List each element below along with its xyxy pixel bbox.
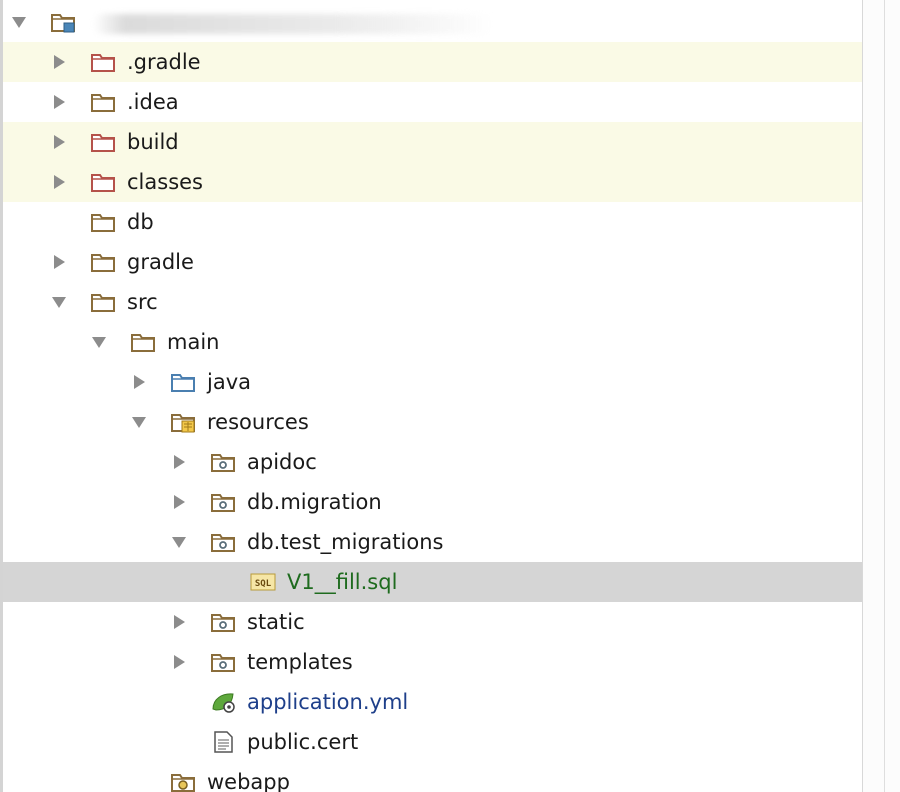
tree-row[interactable] — [3, 2, 862, 42]
tree-row-label: V1__fill.sql — [287, 570, 398, 594]
tree-row-label: application.yml — [247, 690, 409, 714]
expand-arrow-icon[interactable] — [171, 494, 187, 510]
scrollbar-track[interactable] — [863, 0, 900, 792]
excluded-folder-icon — [90, 51, 116, 73]
tree-row[interactable]: db.migration — [3, 482, 862, 522]
tree-row-label: db.migration — [247, 490, 382, 514]
folder-icon — [130, 331, 156, 353]
tree-row[interactable]: classes — [3, 162, 862, 202]
tree-row-label: java — [207, 370, 251, 394]
tree-row[interactable]: SQL V1__fill.sql — [3, 562, 862, 602]
package-folder-icon — [210, 611, 236, 633]
tree-row[interactable]: main — [3, 322, 862, 362]
module-icon — [50, 11, 76, 33]
tree-row[interactable]: templates — [3, 642, 862, 682]
collapse-arrow-icon[interactable] — [11, 14, 27, 30]
expand-arrow-icon[interactable] — [171, 654, 187, 670]
scrollbar-divider — [884, 0, 885, 792]
package-folder-icon — [210, 531, 236, 553]
tree-row-label: db — [127, 210, 154, 234]
expand-arrow-icon[interactable] — [171, 454, 187, 470]
tree-row[interactable]: gradle — [3, 242, 862, 282]
spring-config-icon — [210, 691, 236, 713]
redacted-project-name — [93, 14, 493, 34]
tree-row-label: main — [167, 330, 220, 354]
resources-folder-icon — [170, 411, 196, 433]
tree-row[interactable]: db.test_migrations — [3, 522, 862, 562]
collapse-arrow-icon[interactable] — [131, 414, 147, 430]
excluded-folder-icon — [90, 131, 116, 153]
expand-arrow-icon[interactable] — [131, 374, 147, 390]
tree-row-label: resources — [207, 410, 309, 434]
tree-row-label: .gradle — [127, 50, 201, 74]
collapse-arrow-icon[interactable] — [51, 294, 67, 310]
expand-arrow-icon[interactable] — [51, 174, 67, 190]
tree-row-label: gradle — [127, 250, 194, 274]
tree-row-label: build — [127, 130, 179, 154]
source-folder-icon — [170, 371, 196, 393]
tree-row-label: public.cert — [247, 730, 359, 754]
package-folder-icon — [210, 451, 236, 473]
tree-row-label: templates — [247, 650, 353, 674]
expand-arrow-icon[interactable] — [51, 254, 67, 270]
tree-row[interactable]: build — [3, 122, 862, 162]
project-tree: .gradle .idea build classes db gradle src main j… — [0, 0, 900, 792]
tree-row-label: classes — [127, 170, 203, 194]
expand-arrow-icon[interactable] — [51, 94, 67, 110]
tree-row[interactable]: src — [3, 282, 862, 322]
excluded-folder-icon — [90, 171, 116, 193]
tree-row[interactable]: .idea — [3, 82, 862, 122]
folder-icon — [90, 291, 116, 313]
collapse-arrow-icon[interactable] — [171, 534, 187, 550]
tree-row[interactable]: webapp — [3, 762, 862, 792]
tree-row[interactable]: db — [3, 202, 862, 242]
tree-row[interactable]: public.cert — [3, 722, 862, 762]
sql-file-icon: SQL — [250, 571, 276, 593]
web-folder-icon — [170, 771, 196, 792]
tree-row-label: db.test_migrations — [247, 530, 444, 554]
package-folder-icon — [210, 491, 236, 513]
text-file-icon — [210, 731, 236, 753]
expand-arrow-icon[interactable] — [51, 54, 67, 70]
tree-row[interactable]: apidoc — [3, 442, 862, 482]
tree-row-label: apidoc — [247, 450, 317, 474]
svg-text:SQL: SQL — [255, 579, 272, 589]
tree-row-label: src — [127, 290, 158, 314]
tree-row-label: static — [247, 610, 305, 634]
package-folder-icon — [210, 651, 236, 673]
tree-row[interactable]: .gradle — [3, 42, 862, 82]
tree-row[interactable]: java — [3, 362, 862, 402]
folder-icon — [90, 211, 116, 233]
folder-icon — [90, 91, 116, 113]
expand-arrow-icon[interactable] — [171, 614, 187, 630]
collapse-arrow-icon[interactable] — [91, 334, 107, 350]
tree-row[interactable]: static — [3, 602, 862, 642]
tree-row[interactable]: resources — [3, 402, 862, 442]
tree-row-label: webapp — [207, 770, 290, 792]
tree-row-label: .idea — [127, 90, 179, 114]
tree-row[interactable]: application.yml — [3, 682, 862, 722]
folder-icon — [90, 251, 116, 273]
expand-arrow-icon[interactable] — [51, 134, 67, 150]
